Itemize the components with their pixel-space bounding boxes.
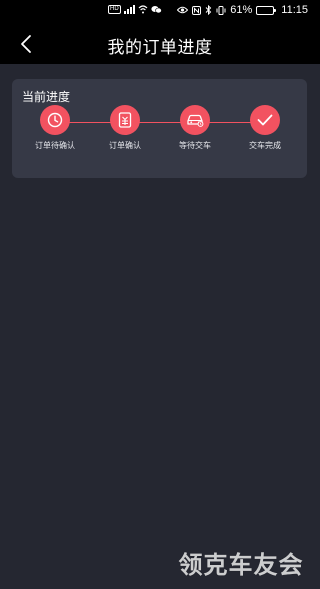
step-circle <box>250 105 280 135</box>
signal-icon <box>123 5 135 14</box>
status-left-icons: HD <box>108 5 162 14</box>
progress-card-title: 当前进度 <box>22 90 71 104</box>
step-label: 等待交车 <box>179 141 211 150</box>
nav-bar: 我的订单进度 <box>0 22 320 64</box>
step-circle <box>40 105 70 135</box>
bluetooth-icon <box>205 5 212 15</box>
progress-card: 当前进度 订单待确认 订单确认 等待交车 交车完成 <box>12 79 307 178</box>
step-order-pending: 订单待确认 <box>20 105 90 160</box>
step-circle <box>180 105 210 135</box>
watermark-logo: 领克车友会 <box>178 551 304 579</box>
wechat-icon <box>151 6 162 14</box>
vibrate-icon <box>216 5 226 15</box>
eye-icon <box>177 6 189 14</box>
step-label: 订单确认 <box>109 141 141 150</box>
status-bar: HD 61% 11:15 <box>0 0 320 22</box>
clock-time: 11:15 <box>281 4 308 16</box>
battery-icon <box>256 5 277 15</box>
nfc-icon <box>192 5 202 15</box>
clock-icon <box>47 112 63 128</box>
hd-icon: HD <box>108 5 121 14</box>
step-circle <box>110 105 140 135</box>
document-icon <box>118 112 132 128</box>
wifi-icon <box>138 5 148 14</box>
step-awaiting-delivery: 等待交车 <box>160 105 230 160</box>
battery-percent: 61% <box>230 4 253 16</box>
step-label: 交车完成 <box>249 141 281 150</box>
check-icon <box>257 114 273 126</box>
step-label: 订单待确认 <box>35 141 75 150</box>
car-icon <box>187 114 204 127</box>
status-right-icons: 61% 11:15 <box>177 4 308 16</box>
page-title: 我的订单进度 <box>107 38 213 58</box>
step-order-confirmed: 订单确认 <box>90 105 160 160</box>
step-delivery-complete: 交车完成 <box>230 105 300 160</box>
